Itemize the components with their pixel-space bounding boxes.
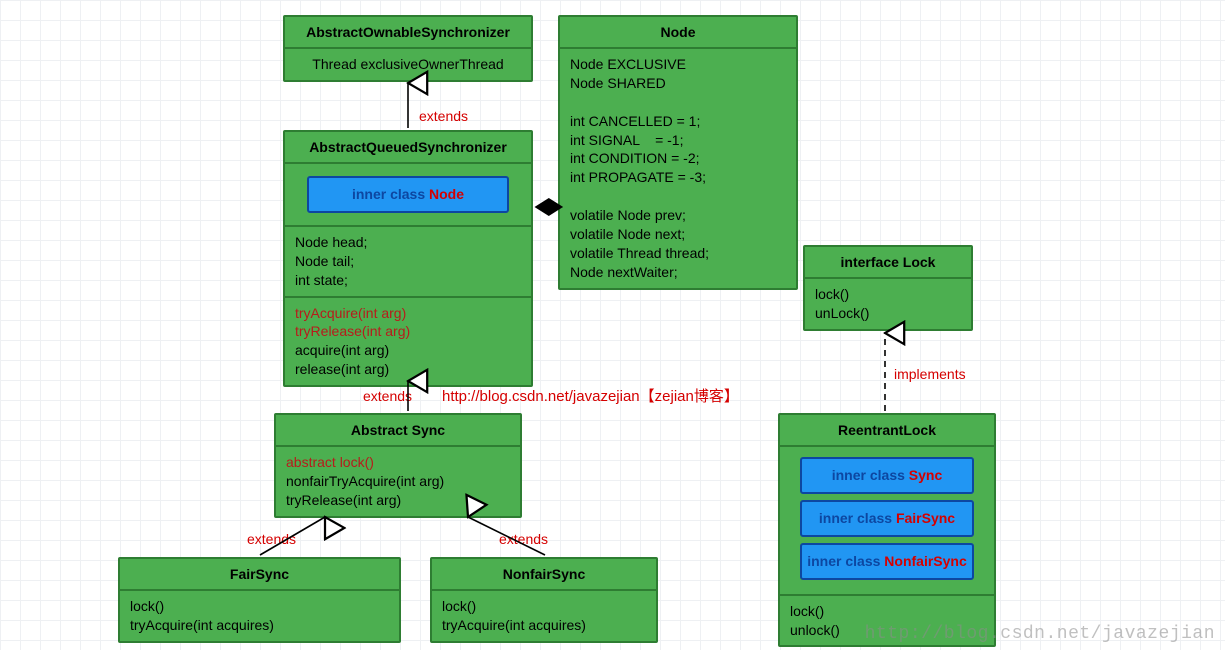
class-reentrantlock: ReentrantLock inner class Sync inner cla… <box>778 413 996 647</box>
inner-class-section: inner class Sync inner class FairSync in… <box>780 447 994 596</box>
inner-name: FairSync <box>896 510 955 526</box>
label-extends: extends <box>363 388 412 404</box>
inner-prefix: inner class <box>819 510 896 526</box>
inner-class-node: inner class Node <box>307 176 508 213</box>
class-abstract-sync: Abstract Sync abstract lock() nonfairTry… <box>274 413 522 518</box>
interface-title: interface Lock <box>805 247 971 279</box>
class-field: Thread exclusiveOwnerThread <box>285 49 531 80</box>
inner-class-sync: inner class Sync <box>800 457 974 494</box>
class-title: ReentrantLock <box>780 415 994 447</box>
inner-name: Node <box>429 186 464 202</box>
interface-methods: lock() unLock() <box>805 279 971 329</box>
methods-plain: nonfairTryAcquire(int arg) tryRelease(in… <box>286 472 510 510</box>
blog-suffix: 【zejian博客】 <box>640 388 739 405</box>
method-tryacquire: tryAcquire(int arg) <box>295 304 521 323</box>
class-abstract-queued-synchronizer: AbstractQueuedSynchronizer inner class N… <box>283 130 533 387</box>
label-extends: extends <box>247 531 296 547</box>
class-body: Node EXCLUSIVE Node SHARED int CANCELLED… <box>560 49 796 288</box>
label-extends: extends <box>499 531 548 547</box>
class-title: Node <box>560 17 796 49</box>
method-tryrelease: tryRelease(int arg) <box>295 322 521 341</box>
inner-prefix: inner class <box>807 553 884 569</box>
watermark: http://blog.csdn.net/javazejian <box>865 624 1215 644</box>
class-title: FairSync <box>120 559 399 591</box>
blog-link: http://blog.csdn.net/javazejian【zejian博客… <box>442 385 739 406</box>
inner-prefix: inner class <box>832 467 909 483</box>
class-methods: abstract lock() nonfairTryAcquire(int ar… <box>276 447 520 516</box>
class-methods: lock() tryAcquire(int acquires) <box>432 591 656 641</box>
inner-class-fairsync: inner class FairSync <box>800 500 974 537</box>
label-extends: extends <box>419 108 468 124</box>
class-methods: lock() tryAcquire(int acquires) <box>120 591 399 641</box>
inner-class-nonfairsync: inner class NonfairSync <box>800 543 974 580</box>
class-abstract-ownable-synchronizer: AbstractOwnableSynchronizer Thread exclu… <box>283 15 533 82</box>
label-implements: implements <box>894 366 966 382</box>
inner-name: NonfairSync <box>884 553 966 569</box>
class-methods: tryAcquire(int arg) tryRelease(int arg) … <box>285 298 531 386</box>
inner-class-section: inner class Node <box>285 164 531 227</box>
class-fields: Node head; Node tail; int state; <box>285 227 531 298</box>
class-title: AbstractQueuedSynchronizer <box>285 132 531 164</box>
inner-prefix: inner class <box>352 186 429 202</box>
methods-plain: acquire(int arg) release(int arg) <box>295 341 521 379</box>
class-title: AbstractOwnableSynchronizer <box>285 17 531 49</box>
class-node: Node Node EXCLUSIVE Node SHARED int CANC… <box>558 15 798 290</box>
class-title: NonfairSync <box>432 559 656 591</box>
inner-name: Sync <box>909 467 942 483</box>
class-title: Abstract Sync <box>276 415 520 447</box>
interface-lock: interface Lock lock() unLock() <box>803 245 973 331</box>
class-fairsync: FairSync lock() tryAcquire(int acquires) <box>118 557 401 643</box>
class-nonfairsync: NonfairSync lock() tryAcquire(int acquir… <box>430 557 658 643</box>
blog-url: http://blog.csdn.net/javazejian <box>442 388 640 405</box>
method-abstract-lock: abstract lock() <box>286 453 510 472</box>
